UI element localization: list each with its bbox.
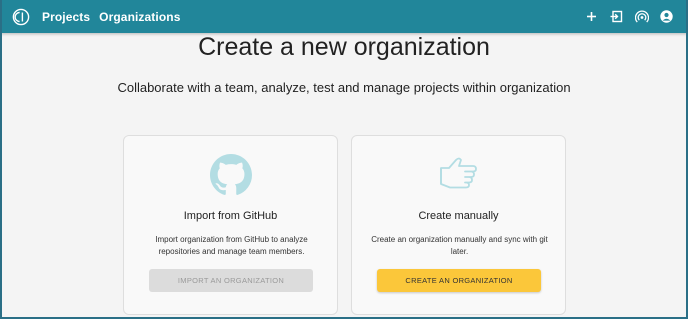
nav-projects[interactable]: Projects xyxy=(42,10,90,24)
github-card-title: Import from GitHub xyxy=(183,210,278,222)
manual-card-title: Create manually xyxy=(418,210,499,222)
manual-create-card: Create manually Create an organization m… xyxy=(351,135,566,315)
page-subtitle: Collaborate with a team, analyze, test a… xyxy=(117,80,571,95)
import-organization-button[interactable]: IMPORT AN ORGANIZATION xyxy=(149,269,313,292)
top-app-bar: Projects Organizations xyxy=(0,0,688,33)
hand-icon xyxy=(352,154,565,192)
github-icon xyxy=(124,154,337,196)
sign-in-icon[interactable] xyxy=(609,9,624,24)
broadcast-icon[interactable] xyxy=(634,9,649,24)
account-circle-icon[interactable] xyxy=(659,9,674,24)
create-organization-button[interactable]: CREATE AN ORGANIZATION xyxy=(377,269,541,292)
github-card-description: Import organization from GitHub to analy… xyxy=(155,235,308,256)
nav-organizations[interactable]: Organizations xyxy=(99,10,180,24)
github-import-card: Import from GitHub Import organization f… xyxy=(123,135,338,315)
page-title: Create a new organization xyxy=(198,33,490,61)
plus-icon[interactable] xyxy=(584,9,599,24)
manual-card-description: Create an organization manually and sync… xyxy=(371,235,548,256)
app-logo-icon[interactable] xyxy=(12,8,30,26)
top-actions xyxy=(584,0,674,33)
